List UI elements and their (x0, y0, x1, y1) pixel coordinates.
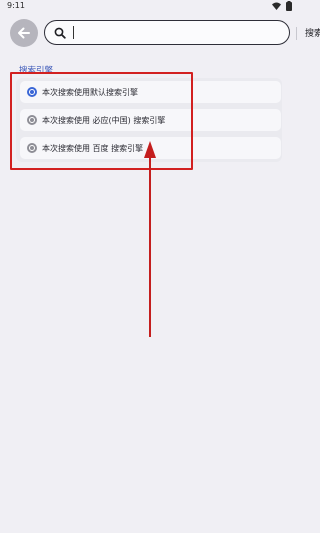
search-button[interactable]: 搜索 (297, 24, 320, 41)
annotation-arrow (144, 141, 156, 337)
